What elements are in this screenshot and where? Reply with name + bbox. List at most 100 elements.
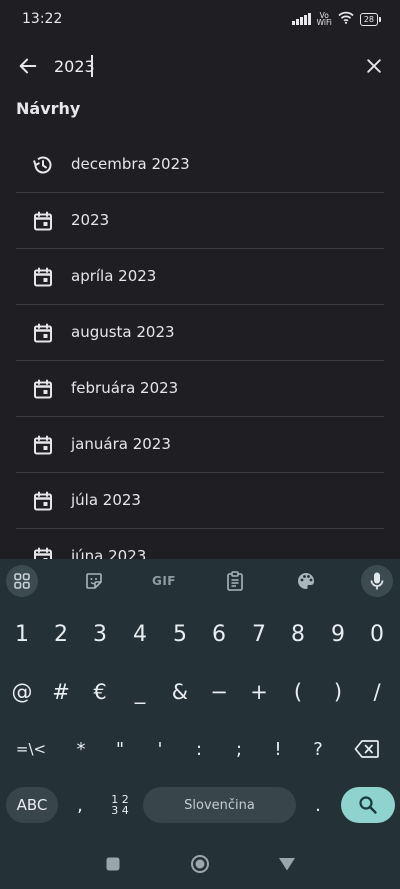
calendar-icon xyxy=(34,267,52,287)
palette-icon xyxy=(298,573,314,589)
key-6[interactable]: 6 xyxy=(199,616,239,652)
search-bar xyxy=(0,38,400,94)
calendar-icon xyxy=(34,211,52,231)
key-5[interactable]: 5 xyxy=(160,616,200,652)
key-3[interactable]: 3 xyxy=(80,616,120,652)
suggestion-item[interactable]: júna 2023 xyxy=(0,529,400,559)
vowifi-indicator: Vo WiFi xyxy=(316,12,332,27)
suggestion-item[interactable]: júla 2023 xyxy=(0,473,400,529)
key-comma[interactable]: , xyxy=(60,787,100,823)
key-exclamation[interactable]: ! xyxy=(258,731,298,767)
abc-key[interactable]: ABC xyxy=(6,787,58,823)
key-7[interactable]: 7 xyxy=(239,616,279,652)
apps-grid-button[interactable] xyxy=(6,565,38,597)
suggestion-label: decembra 2023 xyxy=(71,155,190,173)
back-button[interactable] xyxy=(14,52,42,80)
status-time: 13:22 xyxy=(22,11,63,27)
key-plus[interactable]: + xyxy=(239,674,279,710)
text-caret xyxy=(91,55,93,77)
key-ampersand[interactable]: & xyxy=(160,674,200,710)
suggestion-label: 2023 xyxy=(71,211,110,229)
key-underscore[interactable]: _ xyxy=(120,674,160,710)
system-back-button[interactable] xyxy=(276,853,298,875)
key-8[interactable]: 8 xyxy=(278,616,318,652)
battery-icon: 28 xyxy=(359,12,382,26)
suggestion-label: júna 2023 xyxy=(71,547,147,559)
microphone-icon xyxy=(370,572,384,590)
recent-apps-button[interactable] xyxy=(102,853,124,875)
status-bar: 13:22 Vo WiFi 28 xyxy=(0,0,400,38)
voice-input-button[interactable] xyxy=(361,565,393,597)
key-0[interactable]: 0 xyxy=(357,616,397,652)
key-colon[interactable]: : xyxy=(179,731,219,767)
history-icon xyxy=(33,156,52,174)
signal-icon xyxy=(292,13,311,25)
arrow-back-icon xyxy=(19,58,37,74)
search-icon xyxy=(359,796,377,814)
calendar-icon xyxy=(34,435,52,455)
calendar-icon xyxy=(34,547,52,559)
suggestion-label: júla 2023 xyxy=(71,491,141,509)
key-semicolon[interactable]: ; xyxy=(219,731,259,767)
suggestion-item[interactable]: februára 2023 xyxy=(0,361,400,417)
suggestions-heading: Návrhy xyxy=(16,99,81,118)
suggestion-item[interactable]: decembra 2023 xyxy=(0,137,400,193)
numpad-key[interactable]: 1 2 3 4 xyxy=(100,787,140,823)
suggestion-label: februára 2023 xyxy=(71,379,179,397)
calendar-icon xyxy=(34,491,52,511)
key-9[interactable]: 9 xyxy=(318,616,358,652)
search-input[interactable] xyxy=(54,52,344,80)
clipboard-button[interactable] xyxy=(219,565,251,597)
space-key[interactable]: Slovenčina xyxy=(143,787,296,823)
key-2[interactable]: 2 xyxy=(41,616,81,652)
status-icons: Vo WiFi 28 xyxy=(292,11,382,28)
close-icon xyxy=(367,59,381,73)
key-double-quote[interactable]: " xyxy=(100,731,140,767)
gif-button[interactable]: GIF xyxy=(148,565,180,597)
wifi-icon xyxy=(338,11,354,28)
suggestion-label: apríla 2023 xyxy=(71,267,157,285)
recent-apps-icon xyxy=(106,857,120,871)
suggestions-list: decembra 2023 2023 apríla 2023 augusta 2… xyxy=(0,137,400,559)
sticker-button[interactable] xyxy=(78,565,110,597)
calendar-icon xyxy=(34,323,52,343)
key-single-quote[interactable]: ' xyxy=(140,731,180,767)
home-button[interactable] xyxy=(189,853,211,875)
key-euro[interactable]: € xyxy=(80,674,120,710)
sticker-icon xyxy=(86,573,102,589)
theme-button[interactable] xyxy=(290,565,322,597)
key-minus[interactable]: − xyxy=(199,674,239,710)
key-close-paren[interactable]: ) xyxy=(318,674,358,710)
apps-grid-icon xyxy=(14,573,30,589)
keyboard-toolbar: GIF xyxy=(0,559,400,603)
back-icon xyxy=(279,858,295,871)
navigation-bar xyxy=(0,837,400,889)
backspace-icon xyxy=(354,740,379,758)
suggestion-label: augusta 2023 xyxy=(71,323,175,341)
clipboard-icon xyxy=(227,571,243,591)
key-hash[interactable]: # xyxy=(41,674,81,710)
search-enter-key[interactable] xyxy=(341,787,395,823)
home-icon xyxy=(191,855,209,873)
suggestion-item[interactable]: augusta 2023 xyxy=(0,305,400,361)
key-period[interactable]: . xyxy=(298,787,338,823)
key-asterisk[interactable]: * xyxy=(61,731,101,767)
key-open-paren[interactable]: ( xyxy=(278,674,318,710)
suggestion-item[interactable]: januára 2023 xyxy=(0,417,400,473)
clear-search-button[interactable] xyxy=(360,52,388,80)
battery-level: 28 xyxy=(363,14,374,24)
suggestion-item[interactable]: apríla 2023 xyxy=(0,249,400,305)
suggestion-item[interactable]: 2023 xyxy=(0,193,400,249)
calendar-icon xyxy=(34,379,52,399)
backspace-key[interactable] xyxy=(342,731,392,767)
numpad-key-bottom: 3 4 xyxy=(111,804,129,817)
key-question[interactable]: ? xyxy=(298,731,338,767)
key-slash[interactable]: / xyxy=(357,674,397,710)
gif-label: GIF xyxy=(151,574,176,588)
suggestion-label: januára 2023 xyxy=(71,435,171,453)
key-1[interactable]: 1 xyxy=(2,616,42,652)
vowifi-bottom: WiFi xyxy=(316,18,332,27)
key-at[interactable]: @ xyxy=(2,674,42,710)
more-symbols-key[interactable]: =\< xyxy=(6,731,56,767)
key-4[interactable]: 4 xyxy=(120,616,160,652)
